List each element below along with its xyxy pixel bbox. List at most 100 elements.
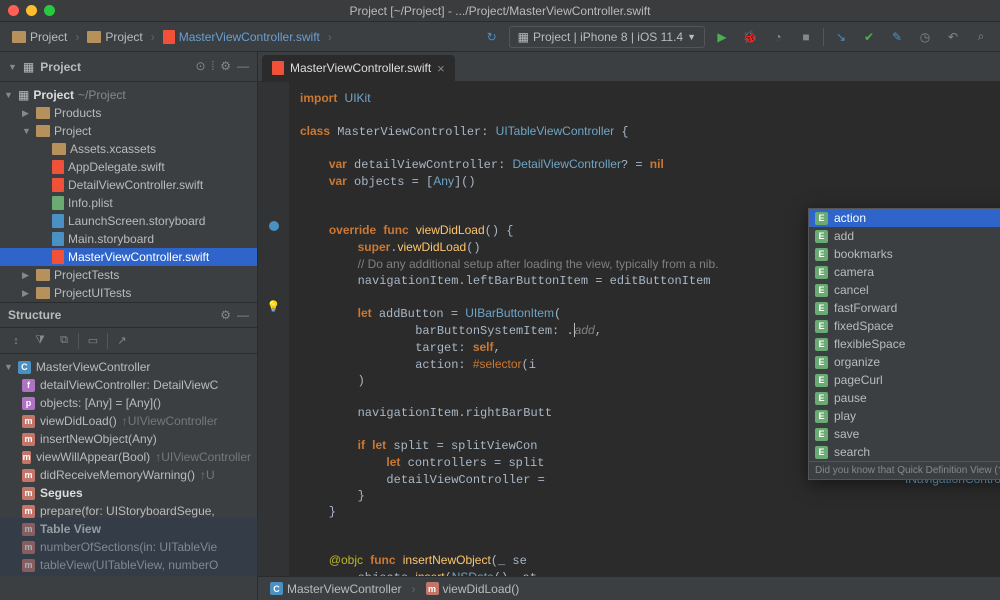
run-button[interactable]: ▶: [711, 26, 733, 48]
chevron-down-icon: ▼: [687, 32, 696, 42]
search-button[interactable]: ⌕: [970, 26, 992, 48]
completion-item[interactable]: EplayUIBarButtonSystemItem: [809, 407, 1000, 425]
fields-icon[interactable]: ▭: [83, 334, 103, 347]
update-button[interactable]: ✎: [886, 26, 908, 48]
gutter[interactable]: 💡: [258, 82, 290, 576]
gear-icon[interactable]: ⚙: [220, 59, 231, 74]
swift-icon: [272, 61, 284, 75]
chevron-right-icon: ›: [75, 30, 79, 44]
tree-item[interactable]: AppDelegate.swift: [0, 158, 257, 176]
editor-tabs: MasterViewController.swift ×: [258, 52, 1000, 82]
inherited-icon[interactable]: ↗: [112, 334, 132, 347]
build-button[interactable]: ↘: [830, 26, 852, 48]
completion-item[interactable]: EcancelUIBarButtonSystemItem: [809, 281, 1000, 299]
completion-item[interactable]: EcameraUIBarButtonSystemItem: [809, 263, 1000, 281]
project-panel-header: ▼ ▦ Project ⊙ ⦙ ⚙ —: [0, 52, 257, 82]
divider-icon: ⦙: [212, 59, 215, 74]
completion-item[interactable]: EbookmarksUIBarButtonSystemItem: [809, 245, 1000, 263]
breadcrumb-class[interactable]: CMasterViewController: [266, 580, 406, 598]
collapse-icon[interactable]: ⊙: [195, 59, 205, 74]
structure-toolbar: ↕ ⧩ ⧉ ▭ ↗: [0, 328, 257, 354]
history-button[interactable]: ◷: [914, 26, 936, 48]
completion-item[interactable]: EaddUIBarButtonSystemItem: [809, 227, 1000, 245]
sync-icon[interactable]: ↻: [481, 26, 503, 48]
maximize-window-button[interactable]: [44, 5, 55, 16]
window-title: Project [~/Project] - .../Project/Master…: [350, 4, 651, 18]
window-controls: [8, 5, 55, 16]
structure-item[interactable]: mtableView(UITableView, numberO: [0, 556, 257, 574]
editor-breadcrumb: CMasterViewController › mviewDidLoad(): [258, 576, 1000, 600]
completion-item[interactable]: EfixedSpaceUIBarButtonSystemItem: [809, 317, 1000, 335]
tree-root[interactable]: ▼▦ Project ~/Project: [0, 86, 257, 104]
tree-item[interactable]: ▶Products: [0, 104, 257, 122]
run-configuration-selector[interactable]: ▦ Project | iPhone 8 | iOS 11.4 ▼: [509, 26, 705, 48]
structure-item[interactable]: mdidReceiveMemoryWarning() ↑U: [0, 466, 257, 484]
completion-popup: EactionUIBarButtonSystemItemEaddUIBarBut…: [808, 208, 1000, 480]
close-window-button[interactable]: [8, 5, 19, 16]
structure-item[interactable]: minsertNewObject(Any): [0, 430, 257, 448]
tree-item[interactable]: Main.storyboard: [0, 230, 257, 248]
structure-item[interactable]: mTable View: [0, 520, 257, 538]
close-icon[interactable]: ×: [437, 61, 445, 76]
completion-item[interactable]: EsearchUIBarButtonSystemItem: [809, 443, 1000, 461]
hide-icon[interactable]: —: [237, 59, 249, 74]
tree-item[interactable]: LaunchScreen.storyboard: [0, 212, 257, 230]
structure-item[interactable]: mSegues: [0, 484, 257, 502]
filter-icon[interactable]: ⧩: [30, 334, 50, 347]
tree-item[interactable]: MasterViewController.swift: [0, 248, 257, 266]
tree-item[interactable]: ▶ProjectTests: [0, 266, 257, 284]
structure-item[interactable]: mnumberOfSections(in: UITableVie: [0, 538, 257, 556]
tree-item[interactable]: ▶ProjectUITests: [0, 284, 257, 302]
chevron-right-icon: ›: [151, 30, 155, 44]
minimize-window-button[interactable]: [26, 5, 37, 16]
structure-item[interactable]: mviewWillAppear(Bool) ↑UIViewController: [0, 448, 257, 466]
sidebar: ▼ ▦ Project ⊙ ⦙ ⚙ — ▼▦ Project ~/Project…: [0, 52, 258, 600]
tree-item[interactable]: ▼Project: [0, 122, 257, 140]
completion-item[interactable]: EorganizeUIBarButtonSystemItem: [809, 353, 1000, 371]
bulb-icon[interactable]: 💡: [267, 300, 281, 313]
titlebar: Project [~/Project] - .../Project/Master…: [0, 0, 1000, 22]
completion-item[interactable]: EpauseUIBarButtonSystemItem: [809, 389, 1000, 407]
structure-item[interactable]: pobjects: [Any] = [Any](): [0, 394, 257, 412]
structure-tree: ▼ C MasterViewController fdetailViewCont…: [0, 354, 257, 578]
target-icon: ▦: [518, 30, 529, 44]
completion-item[interactable]: EfastForwardUIBarButtonSystemItem: [809, 299, 1000, 317]
hide-icon[interactable]: —: [237, 308, 249, 322]
toolbar-right: ↻ ▦ Project | iPhone 8 | iOS 11.4 ▼ ▶ 🐞 …: [481, 26, 992, 48]
structure-item[interactable]: mviewDidLoad() ↑UIViewController: [0, 412, 257, 430]
breakpoint-icon[interactable]: [269, 221, 279, 231]
completion-item[interactable]: EpageCurlUIBarButtonSystemItem: [809, 371, 1000, 389]
chevron-right-icon: ›: [412, 582, 416, 596]
commit-button[interactable]: ✔: [858, 26, 880, 48]
sort-icon[interactable]: ↕: [6, 335, 26, 347]
completion-item[interactable]: EactionUIBarButtonSystemItem: [809, 209, 1000, 227]
tree-item[interactable]: Assets.xcassets: [0, 140, 257, 158]
breadcrumb-root[interactable]: Project: [8, 28, 71, 46]
stop-button[interactable]: ■: [795, 26, 817, 48]
breadcrumb-file[interactable]: MasterViewController.swift: [159, 28, 324, 46]
popup-footer: Did you know that Quick Definition View …: [809, 461, 1000, 479]
breadcrumb-method[interactable]: mviewDidLoad(): [422, 580, 524, 598]
chevron-right-icon: ›: [328, 30, 332, 44]
chevron-down-icon[interactable]: ▼: [8, 62, 17, 72]
tree-item[interactable]: DetailViewController.swift: [0, 176, 257, 194]
structure-item[interactable]: mprepare(for: UIStoryboardSegue,: [0, 502, 257, 520]
gear-icon[interactable]: ⚙: [220, 308, 231, 322]
debug-button[interactable]: 🐞: [739, 26, 761, 48]
structure-item[interactable]: fdetailViewController: DetailViewC: [0, 376, 257, 394]
expand-icon[interactable]: ⧉: [54, 334, 74, 347]
project-icon: ▦: [23, 60, 34, 74]
code-editor[interactable]: 💡 import UIKit class MasterViewControlle…: [258, 82, 1000, 576]
tab-mastervc[interactable]: MasterViewController.swift ×: [262, 55, 455, 81]
breadcrumb-folder[interactable]: Project: [83, 28, 146, 46]
revert-button[interactable]: ↶: [942, 26, 964, 48]
breadcrumb: Project › Project › MasterViewController…: [8, 28, 477, 46]
profile-button[interactable]: ◔: [767, 26, 789, 48]
completion-item[interactable]: EsaveUIBarButtonSystemItem: [809, 425, 1000, 443]
navigation-bar: Project › Project › MasterViewController…: [0, 22, 1000, 52]
completion-item[interactable]: EflexibleSpaceUIBarButtonSystemItem: [809, 335, 1000, 353]
tree-item[interactable]: Info.plist: [0, 194, 257, 212]
structure-class[interactable]: ▼ C MasterViewController: [0, 358, 257, 376]
project-tree: ▼▦ Project ~/Project ▶Products▼ProjectAs…: [0, 82, 257, 302]
project-icon: ▦: [18, 88, 29, 102]
